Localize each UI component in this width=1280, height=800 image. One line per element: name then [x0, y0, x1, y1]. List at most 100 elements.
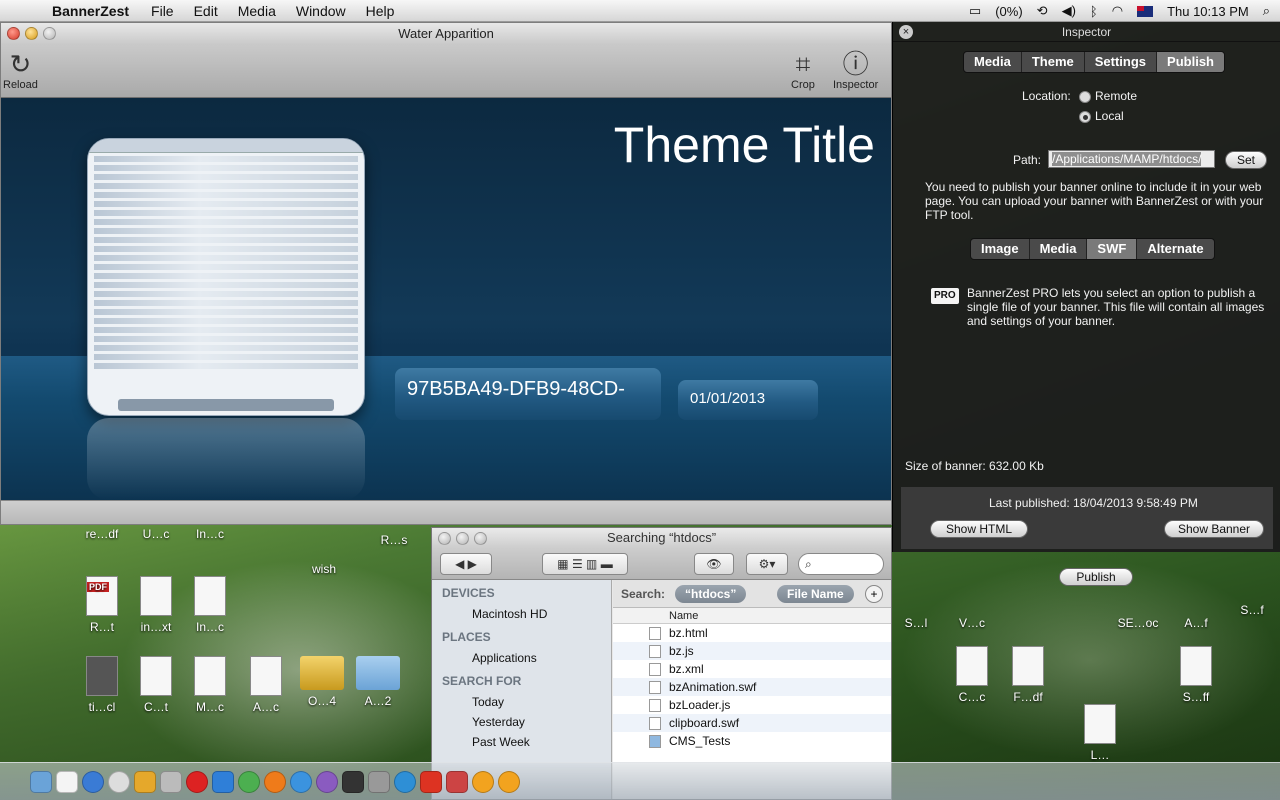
sidebar-item-today[interactable]: Today — [432, 692, 611, 712]
app-dock-icon[interactable] — [160, 770, 182, 793]
close-window-button[interactable] — [7, 27, 20, 40]
sidebar-item-past-week[interactable]: Past Week — [432, 732, 611, 752]
quick-look-button[interactable]: 👁 — [694, 553, 734, 575]
finder-search-field[interactable]: ⌕ — [798, 553, 884, 575]
desktop-icon[interactable]: S…ff — [1166, 646, 1226, 704]
file-row[interactable]: clipboard.swf — [613, 714, 891, 732]
action-gear-button[interactable]: ⚙▾ — [746, 553, 788, 575]
format-tab-media[interactable]: Media — [1030, 239, 1088, 259]
menu-file[interactable]: File — [151, 3, 174, 19]
desktop-icon-folder[interactable]: A…2 — [348, 656, 408, 708]
desktop-icon-doc[interactable]: M…c — [180, 656, 240, 714]
folder-row[interactable]: CMS_Tests — [613, 732, 891, 750]
location-remote-radio[interactable]: Remote — [1079, 89, 1137, 103]
menu-media[interactable]: Media — [238, 3, 276, 19]
desktop-icon[interactable]: R…s — [364, 533, 424, 547]
app-dock-icon[interactable] — [134, 770, 156, 793]
opera-dock-icon[interactable] — [186, 770, 208, 793]
input-source-flag-icon[interactable] — [1137, 5, 1154, 17]
format-tab-alternate[interactable]: Alternate — [1137, 239, 1213, 259]
publish-button[interactable]: Publish — [1059, 568, 1133, 586]
tab-publish[interactable]: Publish — [1157, 52, 1224, 72]
menu-help[interactable]: Help — [366, 3, 395, 19]
app-dock-icon[interactable] — [368, 770, 390, 793]
file-row[interactable]: bz.html — [613, 624, 891, 642]
app-dock-icon[interactable] — [316, 770, 338, 793]
criteria-filename-chip[interactable]: File Name — [777, 585, 854, 603]
desktop-icon[interactable]: wish — [294, 562, 354, 576]
desktop-icon[interactable]: V…c — [942, 616, 1002, 630]
file-row[interactable]: bzLoader.js — [613, 696, 891, 714]
file-row[interactable]: bzAnimation.swf — [613, 678, 891, 696]
app-menu[interactable]: BannerZest — [52, 3, 129, 19]
show-html-button[interactable]: Show HTML — [930, 520, 1028, 538]
finder-zoom-button[interactable] — [474, 532, 487, 545]
time-machine-icon[interactable]: ⟲ — [1037, 3, 1048, 19]
desktop-icon[interactable]: S…l — [886, 616, 946, 630]
finder-dock-icon[interactable] — [30, 770, 52, 793]
column-header-name[interactable]: Name — [613, 608, 891, 624]
finder-close-button[interactable] — [438, 532, 451, 545]
show-banner-button[interactable]: Show Banner — [1164, 520, 1264, 538]
zoom-window-button[interactable] — [43, 27, 56, 40]
app-dock-icon[interactable] — [498, 770, 520, 793]
tab-settings[interactable]: Settings — [1085, 52, 1158, 72]
sidebar-item-yesterday[interactable]: Yesterday — [432, 712, 611, 732]
wifi-icon[interactable]: ◠ — [1112, 3, 1123, 19]
menubar-clock[interactable]: Thu 10:13 PM — [1167, 4, 1249, 19]
menu-edit[interactable]: Edit — [194, 3, 218, 19]
desktop-icon-doc[interactable]: A…c — [236, 656, 296, 714]
desktop-icon[interactable]: U…c — [126, 527, 186, 541]
minimize-window-button[interactable] — [25, 27, 38, 40]
close-inspector-icon[interactable]: × — [899, 25, 913, 39]
firefox-dock-icon[interactable] — [264, 770, 286, 793]
calendar-dock-icon[interactable] — [56, 770, 78, 793]
xcode-dock-icon[interactable] — [212, 770, 234, 793]
radio-local[interactable] — [1079, 110, 1091, 123]
radio-remote[interactable] — [1079, 90, 1091, 103]
desktop-icon[interactable]: A…f — [1166, 616, 1226, 630]
file-row[interactable]: bz.xml — [613, 660, 891, 678]
format-tab-image[interactable]: Image — [971, 239, 1030, 259]
volume-icon[interactable]: ◀) — [1062, 3, 1076, 19]
format-tab-swf[interactable]: SWF — [1087, 239, 1138, 259]
chrome-dock-icon[interactable] — [238, 770, 260, 793]
desktop-icon[interactable]: S…f — [1222, 603, 1280, 617]
finder-minimize-button[interactable] — [456, 532, 469, 545]
system-preferences-dock-icon[interactable] — [108, 770, 130, 793]
desktop-icon[interactable]: re…df — [72, 527, 132, 541]
app-dock-icon[interactable] — [446, 770, 468, 793]
reload-button[interactable]: ↻ Reload — [3, 49, 38, 91]
set-path-button[interactable]: Set — [1225, 151, 1267, 169]
tab-theme[interactable]: Theme — [1022, 52, 1085, 72]
desktop-icon-pdf[interactable]: F…df — [998, 646, 1058, 704]
desktop-icon-http[interactable]: L… — [1070, 704, 1130, 762]
sidebar-places-header[interactable]: PLACES — [432, 624, 611, 648]
app-dock-icon[interactable] — [394, 770, 416, 793]
add-criteria-button[interactable]: + — [865, 585, 883, 603]
desktop-icon-txt[interactable]: C…t — [126, 656, 186, 714]
inspector-button[interactable]: ⓘ Inspector — [833, 49, 878, 91]
banner-image-thumbnail[interactable] — [87, 138, 365, 416]
bluetooth-icon[interactable]: ᛒ — [1090, 4, 1098, 19]
view-mode-buttons[interactable]: ▦ ☰ ▥ ▬ — [542, 553, 628, 575]
sidebar-devices-header[interactable]: DEVICES — [432, 580, 611, 604]
desktop-icon-pdf[interactable]: R…t — [72, 576, 132, 634]
crop-button[interactable]: ⌗ Crop — [791, 49, 815, 91]
desktop-icon-txt[interactable]: in…xt — [126, 576, 186, 634]
scope-htdocs-chip[interactable]: “htdocs” — [675, 585, 747, 603]
location-local-radio[interactable]: Local — [1079, 109, 1124, 123]
banner-preview-stage[interactable]: Theme Title 97B5BA49-DFB9-48CD- 01/01/20… — [1, 98, 891, 500]
back-forward-buttons[interactable]: ◀ ▶ — [440, 553, 492, 575]
acrobat-dock-icon[interactable] — [420, 770, 442, 793]
menu-window[interactable]: Window — [296, 3, 346, 19]
path-field[interactable]: /Applications/MAMP/htdocs/ — [1048, 150, 1215, 168]
spotlight-search-icon[interactable]: ⌕ — [1263, 3, 1270, 19]
app-dock-icon[interactable] — [472, 770, 494, 793]
tab-media[interactable]: Media — [964, 52, 1022, 72]
safari-dock-icon[interactable] — [290, 770, 312, 793]
terminal-dock-icon[interactable] — [342, 770, 364, 793]
itunes-dock-icon[interactable] — [82, 770, 104, 793]
sidebar-search-for-header[interactable]: SEARCH FOR — [432, 668, 611, 692]
desktop-icon-doc[interactable]: C…c — [942, 646, 1002, 704]
